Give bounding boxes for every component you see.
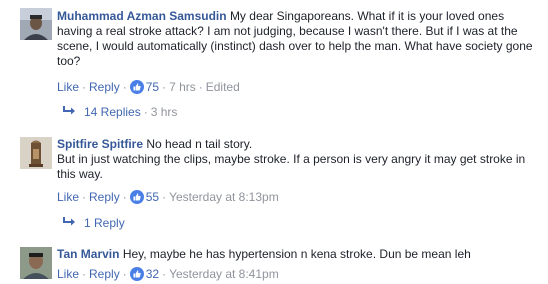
avatar[interactable] bbox=[20, 8, 52, 40]
comment-text: Hey, maybe he has hypertension n kena st… bbox=[122, 247, 471, 261]
avatar[interactable] bbox=[20, 137, 52, 169]
comment-time[interactable]: Yesterday at 8:13pm bbox=[169, 190, 279, 204]
reaction-count: 75 bbox=[145, 80, 160, 94]
reactions[interactable]: 32 bbox=[129, 267, 160, 281]
like-link[interactable]: Like bbox=[57, 267, 79, 281]
reply-arrow-icon bbox=[63, 217, 75, 226]
comment-actions: Like · Reply · 32 · Yesterday at 8:41pm bbox=[57, 267, 279, 281]
like-reaction-icon bbox=[129, 80, 144, 94]
comment-actions: Like · Reply · 55 · Yesterday at 8:13pm bbox=[57, 190, 279, 204]
edited-label[interactable]: Edited bbox=[206, 80, 240, 94]
comment-author[interactable]: Muhammad Azman Samsudin bbox=[57, 9, 227, 23]
reaction-count: 55 bbox=[145, 190, 160, 204]
like-link[interactable]: Like bbox=[57, 190, 79, 204]
comment-time[interactable]: 7 hrs bbox=[169, 80, 196, 94]
reply-link[interactable]: Reply bbox=[89, 267, 120, 281]
profile-photo-icon bbox=[20, 247, 52, 279]
avatar[interactable] bbox=[20, 247, 52, 279]
reply-link[interactable]: Reply bbox=[89, 190, 120, 204]
profile-photo-icon bbox=[20, 8, 52, 40]
comment-body: Muhammad Azman Samsudin My dear Singapor… bbox=[57, 9, 540, 69]
comment-actions: Like · Reply · 75 · 7 hrs · Edited bbox=[57, 80, 240, 94]
reactions[interactable]: 55 bbox=[129, 190, 160, 204]
comment-text: No head n tail story. bbox=[146, 137, 253, 151]
like-reaction-icon bbox=[129, 190, 144, 204]
comment-time[interactable]: Yesterday at 8:41pm bbox=[169, 267, 279, 281]
comment-body: Spitfire Spitfire No head n tail story. … bbox=[57, 137, 540, 182]
comment-author[interactable]: Tan Marvin bbox=[57, 247, 119, 261]
view-replies[interactable]: 14 Replies · 3 hrs bbox=[62, 105, 177, 120]
reactions[interactable]: 75 bbox=[129, 80, 160, 94]
reaction-count: 32 bbox=[145, 267, 160, 281]
comment-body: Tan Marvin Hey, maybe he has hypertensio… bbox=[57, 247, 540, 262]
replies-count: 14 Replies bbox=[84, 105, 141, 119]
like-link[interactable]: Like bbox=[57, 80, 79, 94]
profile-photo-icon bbox=[20, 137, 52, 169]
comment-text-line2: But in just watching the clips, maybe st… bbox=[57, 152, 526, 181]
reply-arrow-icon bbox=[63, 106, 75, 115]
replies-time: 3 hrs bbox=[150, 105, 178, 119]
comment-author[interactable]: Spitfire Spitfire bbox=[57, 137, 143, 151]
view-replies[interactable]: 1 Reply bbox=[62, 216, 125, 231]
replies-count: 1 Reply bbox=[84, 216, 125, 230]
like-reaction-icon bbox=[129, 267, 144, 281]
reply-link[interactable]: Reply bbox=[89, 80, 120, 94]
